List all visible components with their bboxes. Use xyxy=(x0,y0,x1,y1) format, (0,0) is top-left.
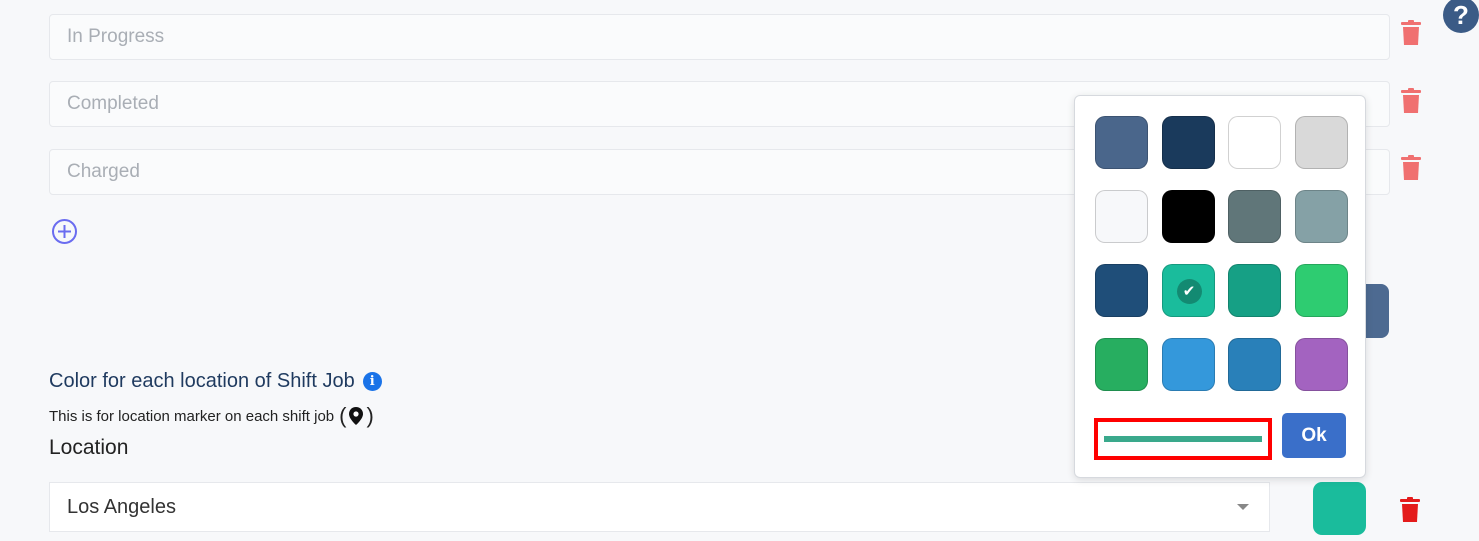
trash-icon[interactable] xyxy=(1399,497,1421,523)
check-icon: ✔ xyxy=(1176,279,1202,304)
ok-button[interactable]: Ok xyxy=(1282,413,1346,458)
color-swatch[interactable] xyxy=(1228,190,1281,243)
info-icon[interactable]: i xyxy=(362,372,382,391)
section-title-text: Color for each location of Shift Job xyxy=(49,370,355,392)
color-picker-popup: ✔ Ok xyxy=(1074,95,1366,478)
status-row-in-progress xyxy=(49,14,1390,60)
paren-close: ) xyxy=(366,403,374,428)
color-swatch[interactable] xyxy=(1161,338,1215,391)
color-swatch[interactable] xyxy=(1294,116,1348,169)
help-icon[interactable]: ? xyxy=(1443,0,1479,33)
color-swatch[interactable] xyxy=(1294,264,1348,317)
map-marker-icon xyxy=(349,407,364,425)
color-swatch[interactable] xyxy=(1228,264,1281,317)
location-color-swatch[interactable] xyxy=(1313,482,1366,535)
color-swatch[interactable] xyxy=(1228,338,1281,391)
status-input-in-progress[interactable] xyxy=(65,25,1389,49)
color-swatch[interactable] xyxy=(1228,116,1281,169)
color-swatch[interactable] xyxy=(1161,116,1215,169)
location-selected-value: Los Angeles xyxy=(67,495,176,518)
color-swatch[interactable] xyxy=(1095,190,1148,243)
location-select[interactable]: Los Angeles xyxy=(49,482,1270,532)
color-swatch[interactable]: ✔ xyxy=(1161,264,1215,317)
section-title: Color for each location of Shift Job i xyxy=(49,370,382,393)
color-swatch[interactable] xyxy=(1161,190,1215,243)
hex-color-input[interactable] xyxy=(1094,418,1272,460)
color-swatch[interactable] xyxy=(1095,338,1148,391)
color-swatch[interactable] xyxy=(1294,338,1348,391)
trash-icon[interactable] xyxy=(1400,155,1422,181)
hex-color-preview xyxy=(1104,436,1262,442)
plus-circle-icon[interactable] xyxy=(51,218,78,245)
chevron-down-icon xyxy=(1237,504,1249,510)
trash-icon[interactable] xyxy=(1400,20,1422,46)
paren-open: ( xyxy=(339,403,347,428)
color-swatch[interactable] xyxy=(1294,190,1348,243)
trash-icon[interactable] xyxy=(1400,88,1422,114)
location-label: Location xyxy=(49,436,129,459)
color-swatch[interactable] xyxy=(1095,264,1148,317)
description-text: This is for location marker on each shif… xyxy=(49,407,335,425)
section-description: This is for location marker on each shif… xyxy=(49,403,374,429)
color-swatch[interactable] xyxy=(1095,116,1148,169)
